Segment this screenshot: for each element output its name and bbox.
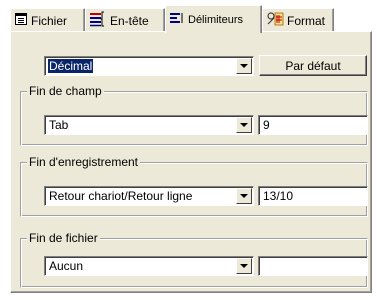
record-end-value: Retour chariot/Retour ligne	[49, 189, 193, 203]
file-end-code-input[interactable]	[258, 256, 368, 276]
record-end-code-value: 13/10	[263, 189, 294, 203]
file-end-label: Fin de fichier	[27, 231, 100, 245]
field-end-select[interactable]: Tab	[44, 115, 254, 135]
tab-delimiteurs[interactable]: Délimiteurs	[165, 5, 262, 33]
file-end-dropdown-button[interactable]	[236, 258, 252, 274]
tab-fichier[interactable]: Fichier	[10, 8, 85, 32]
delimiters-panel: Décimal Par défaut Fin de champ Tab 9 Fi…	[10, 31, 372, 293]
file-icon	[14, 12, 28, 29]
tab-fichier-label: Fichier	[31, 13, 68, 28]
number-type-select[interactable]: Décimal	[44, 56, 254, 76]
chevron-down-icon	[240, 264, 248, 268]
field-end-label: Fin de champ	[27, 84, 104, 98]
record-end-label: Fin d'enregistrement	[27, 155, 141, 169]
chevron-down-icon	[240, 194, 248, 198]
record-end-code-input[interactable]: 13/10	[258, 186, 368, 206]
chevron-down-icon	[240, 123, 248, 127]
file-end-select[interactable]: Aucun	[44, 256, 254, 276]
tab-delimiteurs-label: Délimiteurs	[188, 13, 244, 26]
field-end-code-input[interactable]: 9	[258, 115, 368, 135]
field-end-code-value: 9	[263, 118, 270, 132]
chevron-down-icon	[240, 64, 248, 68]
tab-en-tete-label: En-tête	[110, 13, 149, 28]
number-type-dropdown-button[interactable]	[236, 58, 252, 74]
default-button[interactable]: Par défaut	[259, 55, 367, 76]
delimiters-icon	[169, 11, 185, 28]
tab-format[interactable]: Format	[262, 8, 334, 32]
format-icon	[266, 11, 284, 30]
field-end-value: Tab	[49, 118, 69, 132]
record-end-dropdown-button[interactable]	[236, 188, 252, 204]
file-end-value: Aucun	[49, 259, 84, 273]
tab-format-label: Format	[287, 13, 326, 28]
field-end-dropdown-button[interactable]	[236, 117, 252, 133]
delimiter-settings-dialog: Fichier En-tête Délimiteurs Format Décim…	[0, 0, 377, 300]
number-type-value: Décimal	[48, 59, 94, 73]
record-end-select[interactable]: Retour chariot/Retour ligne	[44, 186, 254, 206]
tab-en-tete[interactable]: En-tête	[85, 8, 165, 32]
header-icon	[89, 11, 107, 30]
